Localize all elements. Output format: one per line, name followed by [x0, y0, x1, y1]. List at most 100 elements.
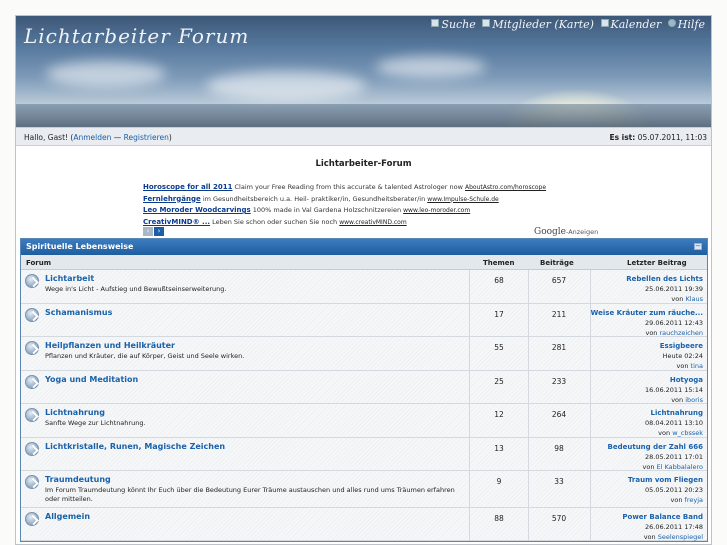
last-post-title[interactable]: Lichtnahrung: [645, 408, 703, 418]
beitraege-count: 570: [551, 514, 567, 523]
forum-logo[interactable]: Lichtarbeiter Forum: [24, 24, 249, 48]
ad-item[interactable]: Fernlehrgänge im Gesundheitsbereich u.a.…: [143, 194, 603, 206]
forum-status-icon: [25, 274, 39, 288]
forum-link[interactable]: Lichtarbeit: [45, 274, 94, 283]
last-post-user[interactable]: freyja: [685, 496, 703, 504]
ad-item[interactable]: Leo Moroder Woodcarvings 100% made in Va…: [143, 205, 603, 217]
register-link[interactable]: Registrieren: [124, 133, 169, 142]
last-post-title[interactable]: Traum vom Fliegen: [628, 475, 703, 485]
login-link[interactable]: Anmelden: [73, 133, 111, 142]
forum-table: Spirituelle Lebensweise − Forum Themen B…: [20, 238, 708, 542]
beitraege-count: 33: [554, 477, 564, 486]
page-title: Lichtarbeiter-Forum: [315, 159, 412, 169]
last-post-date: 28.05.2011 17:01: [644, 453, 703, 461]
ad-headline[interactable]: Leo Moroder Woodcarvings: [143, 206, 251, 214]
forum-link[interactable]: Heilpflanzen und Heilkräuter: [45, 341, 175, 350]
forum-link[interactable]: Yoga und Meditation: [45, 375, 138, 384]
ad-text: Leben Sie schon oder suchen Sie noch: [210, 217, 340, 226]
cell-divider: [528, 404, 529, 437]
header-banner: Lichtarbeiter Forum Suche Mitglieder (Ka…: [16, 16, 711, 127]
forum-status-icon: [25, 341, 39, 355]
last-post-title[interactable]: Bedeutung der Zahl 666: [608, 442, 703, 452]
themen-count: 88: [494, 514, 504, 523]
cell-divider: [590, 404, 591, 437]
last-post-user[interactable]: w_cbssek: [672, 429, 703, 437]
forum-description: Wege in's Licht - Aufstieg und Bewußtsei…: [45, 285, 227, 293]
last-post-title[interactable]: Rebellen des Lichts: [626, 274, 703, 284]
ad-text: Claim your Free Reading from this accura…: [232, 183, 466, 191]
ad-text: im Gesundheitsbereich u.a. Heil- praktik…: [200, 194, 428, 203]
ad-navigation: ‹ ›: [143, 226, 165, 236]
last-post-author: von tina: [660, 361, 703, 371]
last-post-user[interactable]: tina: [691, 362, 703, 370]
forum-description: Sanfte Wege zur Lichtnahrung.: [45, 419, 146, 427]
cell-divider: [590, 508, 591, 540]
collapse-icon[interactable]: −: [694, 243, 702, 250]
ad-url[interactable]: AboutAstro.com/horoscope: [465, 184, 546, 191]
ad-url[interactable]: www.Impulse-Schule.de: [427, 196, 498, 203]
cell-divider: [469, 371, 470, 403]
forum-link[interactable]: Schamanismus: [45, 308, 112, 317]
forum-description: Pflanzen und Kräuter, die auf Körper, Ge…: [45, 352, 245, 360]
col-letzter-beitrag: Letzter Beitrag: [627, 259, 687, 267]
forum-status-icon: [25, 442, 39, 456]
themen-count: 55: [494, 343, 504, 352]
cell-divider: [528, 508, 529, 540]
last-post: Rebellen des Lichts 25.06.2011 19:39 von K…: [626, 274, 703, 304]
forum-row: Schamanismus 17 211 Weise Kräuter zum räuch…: [21, 304, 707, 337]
ad-next-button[interactable]: ›: [154, 227, 164, 236]
ad-url[interactable]: www.creativMIND.com: [339, 219, 406, 226]
ad-item[interactable]: Horoscope for all 2011 Claim your Free R…: [143, 182, 603, 194]
last-post-user[interactable]: rauchzeichen: [660, 329, 704, 337]
greeting: Hallo, Gast! (Anmelden — Registrieren): [24, 133, 172, 142]
time-label: Es ist:: [609, 133, 636, 142]
forum-link[interactable]: Traumdeutung: [45, 475, 111, 484]
forum-status-icon: [25, 308, 39, 322]
category-title[interactable]: Spirituelle Lebensweise: [26, 242, 133, 251]
forum-row: Lichtnahrung Sanfte Wege zur Lichtnahrung…: [21, 404, 707, 438]
ad-headline[interactable]: CreativMIND® ...: [143, 218, 210, 226]
themen-count: 12: [494, 410, 504, 419]
cell-divider: [590, 438, 591, 470]
ground-silhouette: [16, 104, 711, 127]
google-ads-suffix: -Anzeigen: [566, 228, 599, 236]
last-post-date: 25.06.2011 19:39: [644, 285, 703, 293]
cell-divider: [590, 337, 591, 370]
last-post-user[interactable]: iboris: [685, 396, 703, 404]
cell-divider: [528, 270, 529, 303]
last-post-title[interactable]: Weise Kräuter zum räuche...: [591, 308, 703, 318]
google-ads-label[interactable]: Google-Anzeigen: [534, 227, 598, 237]
last-post-title[interactable]: Essigbeere: [660, 341, 703, 351]
last-post: Traum vom Fliegen 05.05.2011 20:23 von fre…: [628, 475, 703, 505]
forum-status-icon: [25, 475, 39, 489]
ad-headline[interactable]: Fernlehrgänge: [143, 195, 201, 203]
last-post: Lichtnahrung 08.04.2011 13:10 von w_cbssek: [645, 408, 703, 438]
ad-prev-button[interactable]: ‹: [143, 227, 153, 236]
cell-divider: [469, 508, 470, 540]
themen-count: 9: [496, 477, 502, 486]
nav-search[interactable]: Suche: [431, 18, 476, 31]
ad-headline[interactable]: Horoscope for all 2011: [143, 183, 232, 191]
last-post: Hotyoga 16.06.2011 15:14 von iboris: [645, 375, 703, 405]
last-post-title[interactable]: Hotyoga: [645, 375, 703, 385]
themen-count: 68: [494, 276, 504, 285]
beitraege-count: 264: [551, 410, 567, 419]
cell-divider: [469, 404, 470, 437]
forum-description: Im Forum Traumdeutung könnt Ihr Euch übe…: [45, 486, 455, 503]
ad-url[interactable]: www.leo-moroder.com: [403, 207, 470, 214]
forum-link[interactable]: Lichtnahrung: [45, 408, 105, 417]
forum-link[interactable]: Allgemein: [45, 512, 90, 521]
ad-block: Horoscope for all 2011 Claim your Free R…: [143, 182, 603, 228]
nav-members[interactable]: Mitglieder (Karte): [482, 18, 594, 31]
forum-link[interactable]: Lichtkristalle, Runen, Magische Zeichen: [45, 442, 225, 451]
calendar-icon: [600, 19, 609, 27]
last-post-user[interactable]: El Kabbalalero: [657, 463, 703, 471]
nav-help[interactable]: Hilfe: [667, 18, 705, 31]
last-post-user[interactable]: Klaus: [685, 295, 703, 303]
last-post-date: 05.05.2011 20:23: [644, 486, 703, 494]
last-post-title[interactable]: Power Balance Band: [622, 512, 703, 522]
last-post-user[interactable]: Seelenspiegel: [658, 533, 703, 541]
nav-calendar[interactable]: Kalender: [600, 18, 661, 31]
cell-divider: [469, 304, 470, 336]
last-post-by: von: [671, 295, 686, 303]
